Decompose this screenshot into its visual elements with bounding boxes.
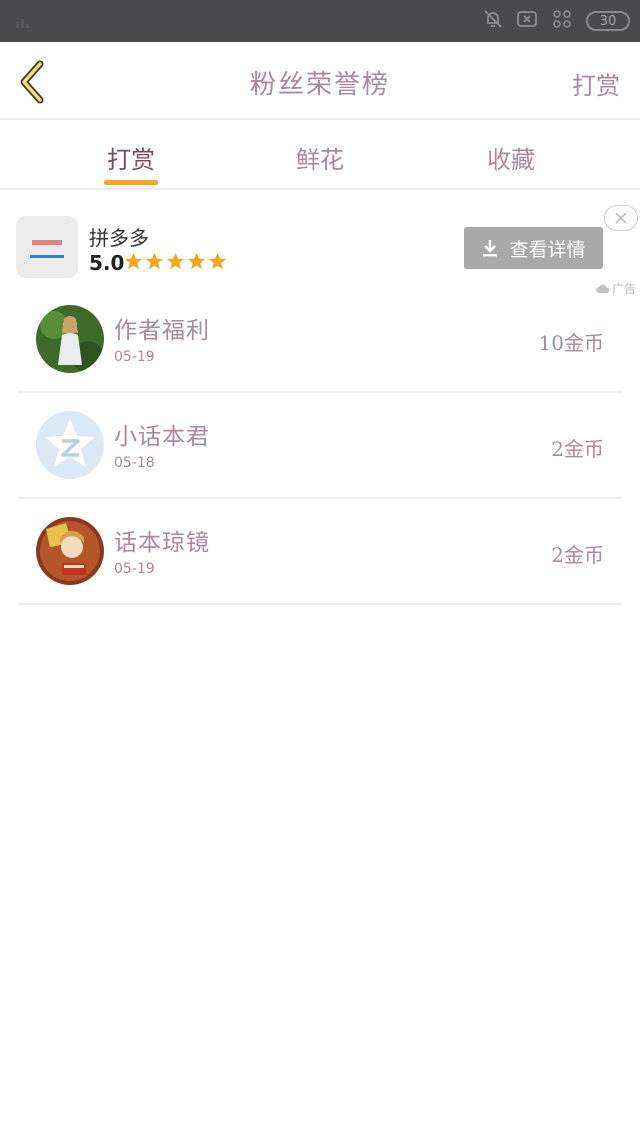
fan-date: 05-19 bbox=[114, 349, 155, 365]
list-item[interactable]: 作者福利 05-19 10金币 bbox=[18, 287, 622, 393]
fan-date: 05-18 bbox=[114, 455, 155, 471]
close-icon bbox=[615, 212, 627, 224]
avatar bbox=[36, 411, 104, 479]
ad-app-name: 拼多多 bbox=[89, 226, 149, 250]
battery-level: 30 bbox=[599, 13, 617, 29]
network-icon bbox=[550, 7, 574, 35]
fan-date: 05-19 bbox=[114, 561, 155, 577]
avatar bbox=[36, 305, 104, 373]
mute-bell-icon bbox=[482, 8, 504, 34]
header: 粉丝荣誉榜 打赏 bbox=[0, 42, 640, 120]
reward-button[interactable]: 打赏 bbox=[572, 66, 620, 101]
list-item[interactable]: 小话本君 05-18 2金币 bbox=[18, 393, 622, 499]
close-box-icon bbox=[516, 9, 538, 33]
fan-amount: 10金币 bbox=[538, 331, 604, 355]
star-icon bbox=[145, 252, 164, 270]
fan-amount: 2金币 bbox=[551, 543, 604, 567]
signal-icon bbox=[14, 12, 38, 30]
page-title: 粉丝荣誉榜 bbox=[249, 70, 390, 100]
fan-name: 小话本君 bbox=[114, 424, 210, 450]
active-tab-indicator bbox=[104, 180, 158, 185]
star-icon bbox=[166, 252, 185, 270]
download-icon bbox=[483, 240, 498, 257]
ad-banner[interactable]: 拼多多 5.0 查看详情 广告 bbox=[0, 200, 640, 296]
tab-bar: 打赏 鲜花 收藏 bbox=[0, 120, 640, 190]
tab-flowers[interactable]: 鲜花 bbox=[260, 140, 380, 175]
fan-list: 作者福利 05-19 10金币 小话本君 05-18 2金币 话本琼镜 05-1… bbox=[0, 287, 640, 605]
view-details-button[interactable]: 查看详情 bbox=[464, 227, 603, 269]
app-icon bbox=[16, 216, 78, 278]
fan-name: 话本琼镜 bbox=[114, 530, 210, 556]
star-icon bbox=[208, 252, 227, 270]
star-icon bbox=[124, 252, 143, 270]
status-bar: 30 bbox=[0, 0, 640, 42]
fan-name: 作者福利 bbox=[114, 318, 210, 344]
star-icon bbox=[187, 252, 206, 270]
view-details-label: 查看详情 bbox=[509, 238, 586, 261]
tab-reward[interactable]: 打赏 bbox=[71, 140, 191, 175]
rating-stars bbox=[124, 252, 227, 271]
ad-close-button[interactable] bbox=[604, 205, 638, 231]
battery-icon: 30 bbox=[586, 11, 630, 31]
list-item[interactable]: 话本琼镜 05-19 2金币 bbox=[18, 499, 622, 605]
avatar bbox=[36, 517, 104, 585]
fan-amount: 2金币 bbox=[551, 437, 604, 461]
ad-rating: 5.0 bbox=[89, 251, 125, 275]
tab-favorites[interactable]: 收藏 bbox=[451, 140, 571, 175]
